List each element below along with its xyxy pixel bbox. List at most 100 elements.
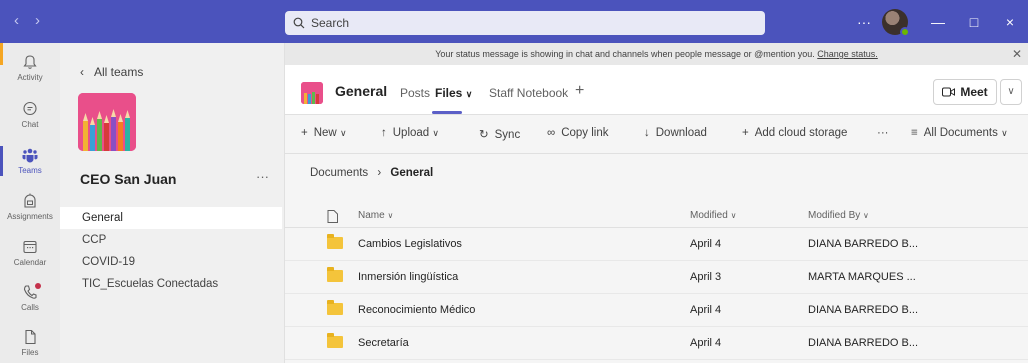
notification-dot xyxy=(35,283,41,289)
table-row[interactable]: Reconocimiento Médico April 4 DIANA BARR… xyxy=(285,294,1028,327)
chat-icon xyxy=(23,101,37,116)
command-bar: + New ∨ ↑ Upload ∨ ↻ Sync ∞ Copy link ↓ Downl… xyxy=(285,115,1028,153)
column-header-modified-by[interactable]: Modified By ∨ xyxy=(808,210,869,221)
sync-icon: ↻ xyxy=(479,129,489,141)
plus-icon: + xyxy=(742,127,749,139)
meet-dropdown-chevron-icon[interactable]: ∨ xyxy=(1000,79,1022,105)
more-commands-icon[interactable]: ··· xyxy=(877,127,889,139)
rail-item-files[interactable]: Files xyxy=(0,328,60,357)
table-row[interactable]: Cambios Legislativos April 4 DIANA BARRE… xyxy=(285,228,1028,261)
channel-item-ccp[interactable]: CCP xyxy=(60,229,282,251)
chevron-down-icon: ∨ xyxy=(863,211,869,220)
bell-icon xyxy=(23,55,37,69)
table-row[interactable]: Secretaría April 4 DIANA BARREDO B... xyxy=(285,327,1028,360)
modified-by: DIANA BARREDO B... xyxy=(808,238,919,250)
active-tab-indicator xyxy=(432,111,462,114)
forward-arrow-icon[interactable]: › xyxy=(35,12,40,29)
tab-files[interactable]: Files ∨ xyxy=(435,86,472,100)
table-row[interactable]: Inmersión lingüística April 3 MARTA MARQ… xyxy=(285,261,1028,294)
file-icon xyxy=(25,329,36,345)
add-cloud-storage-button[interactable]: + Add cloud storage xyxy=(742,127,847,139)
avatar[interactable] xyxy=(882,8,910,37)
link-icon: ∞ xyxy=(547,127,556,139)
channel-item-tic[interactable]: TIC_Escuelas Conectadas xyxy=(60,273,282,295)
modified-by: DIANA BARREDO B... xyxy=(808,304,919,316)
history-nav: ‹ › xyxy=(14,12,40,29)
team-sidebar: ‹ All teams CEO San Juan ··· General CCP… xyxy=(60,43,285,363)
folder-icon xyxy=(327,294,343,315)
more-options-icon[interactable]: ··· xyxy=(850,14,878,30)
sync-button[interactable]: ↻ Sync xyxy=(479,127,520,141)
search-icon xyxy=(293,17,305,29)
modified-date: April 4 xyxy=(690,337,722,349)
rail-item-assignments[interactable]: Assignments xyxy=(0,192,60,221)
modified-by: DIANA BARREDO B... xyxy=(808,337,919,349)
file-name[interactable]: Secretaría xyxy=(358,337,409,349)
team-name: CEO San Juan xyxy=(80,171,177,187)
presence-indicator xyxy=(900,26,910,37)
close-icon[interactable]: ✕ xyxy=(1012,43,1022,65)
chevron-down-icon: ∨ xyxy=(465,89,473,99)
file-type-icon[interactable] xyxy=(327,210,338,226)
rail-item-chat[interactable]: Chat xyxy=(0,100,60,129)
copy-link-button[interactable]: ∞ Copy link xyxy=(547,127,609,139)
status-banner: Your status message is showing in chat a… xyxy=(285,43,1028,65)
new-button[interactable]: + New ∨ xyxy=(301,127,347,139)
rail-item-calendar[interactable]: Calendar xyxy=(0,238,60,267)
tab-posts[interactable]: Posts xyxy=(400,86,430,100)
channel-list: General CCP COVID-19 TIC_Escuelas Conect… xyxy=(60,207,282,295)
back-arrow-icon[interactable]: ‹ xyxy=(14,12,19,29)
channel-item-covid[interactable]: COVID-19 xyxy=(60,251,282,273)
chevron-down-icon: ∨ xyxy=(432,128,439,138)
modified-date: April 4 xyxy=(690,238,722,250)
file-name[interactable]: Reconocimiento Médico xyxy=(358,304,475,316)
view-selector[interactable]: ≡ All Documents ∨ xyxy=(911,127,1008,139)
tab-staff-notebook[interactable]: Staff Notebook xyxy=(489,86,568,100)
upload-icon: ↑ xyxy=(381,127,387,139)
channel-title: General xyxy=(335,83,388,99)
file-name[interactable]: Inmersión lingüística xyxy=(358,271,458,283)
files-table: Name ∨ Modified ∨ Modified By ∨ Cambios … xyxy=(285,203,1028,360)
video-camera-icon xyxy=(942,87,956,97)
folder-icon xyxy=(327,261,343,282)
chevron-down-icon: ∨ xyxy=(387,211,394,220)
column-header-modified[interactable]: Modified ∨ xyxy=(690,210,736,221)
modified-date: April 3 xyxy=(690,271,722,283)
minimize-button[interactable]: — xyxy=(920,14,956,30)
rail-item-activity[interactable]: Activity xyxy=(0,53,60,82)
title-bar: ‹ › Search ··· — □ × xyxy=(0,0,1028,43)
channel-item-general[interactable]: General xyxy=(60,207,282,229)
download-button[interactable]: ↓ Download xyxy=(644,127,707,139)
breadcrumb: Documents › General xyxy=(310,167,433,179)
chevron-down-icon: ∨ xyxy=(730,211,737,220)
meet-button[interactable]: Meet xyxy=(933,79,997,105)
teams-icon xyxy=(22,148,38,163)
chevron-down-icon: ∨ xyxy=(339,128,347,138)
folder-icon xyxy=(327,228,343,249)
team-more-options-icon[interactable]: ··· xyxy=(256,169,269,184)
close-button[interactable]: × xyxy=(992,14,1028,30)
calendar-icon xyxy=(23,240,37,254)
chevron-down-icon: ∨ xyxy=(1001,128,1008,138)
chevron-left-icon: ‹ xyxy=(80,65,84,79)
modified-by: MARTA MARQUES ... xyxy=(808,271,916,283)
add-tab-button[interactable]: + xyxy=(575,82,584,100)
search-input[interactable]: Search xyxy=(285,11,765,35)
upload-button[interactable]: ↑ Upload ∨ xyxy=(381,127,439,139)
chevron-right-icon: › xyxy=(377,167,382,179)
maximize-button[interactable]: □ xyxy=(956,14,992,30)
divider xyxy=(285,153,1028,154)
all-teams-link[interactable]: ‹ All teams xyxy=(80,65,143,79)
file-name[interactable]: Cambios Legislativos xyxy=(358,238,462,250)
rail-item-calls[interactable]: Calls xyxy=(0,283,60,312)
plus-icon: + xyxy=(301,127,308,139)
column-header-name[interactable]: Name ∨ xyxy=(358,210,393,221)
assignments-icon xyxy=(24,193,36,208)
list-view-icon: ≡ xyxy=(911,127,918,139)
table-header: Name ∨ Modified ∨ Modified By ∨ xyxy=(285,203,1028,228)
channel-logo xyxy=(301,82,323,104)
rail-item-teams[interactable]: Teams xyxy=(0,146,60,176)
change-status-link[interactable]: Change status. xyxy=(817,49,878,59)
team-logo xyxy=(78,93,136,151)
breadcrumb-documents[interactable]: Documents xyxy=(310,167,368,179)
